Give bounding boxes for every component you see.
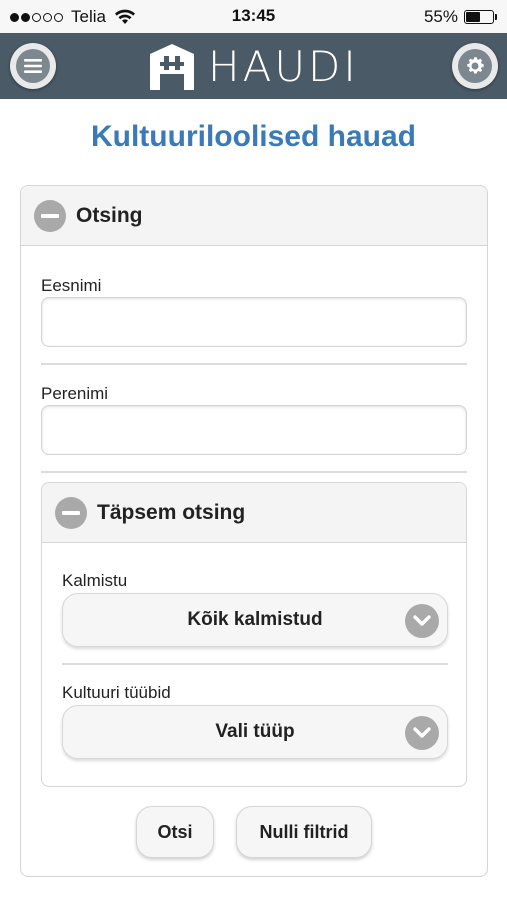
last-name-input[interactable] (41, 405, 467, 455)
battery-icon (464, 10, 494, 24)
chevron-down-icon (405, 604, 439, 638)
status-bar: Telia 13:45 55% (0, 0, 507, 33)
first-name-input[interactable] (41, 297, 467, 347)
cemetery-select[interactable]: Kõik kalmistud (62, 593, 448, 647)
last-name-label: Perenimi (41, 384, 109, 403)
advanced-search-header[interactable]: Täpsem otsing (42, 483, 466, 543)
collapse-icon (34, 199, 66, 232)
culture-type-selected-value: Vali tüüp (215, 721, 295, 742)
battery-tip (495, 14, 497, 20)
app-header: HAUDI (0, 33, 507, 99)
reset-filters-button[interactable]: Nulli filtrid (236, 806, 372, 858)
divider (41, 471, 467, 473)
advanced-search-title: Täpsem otsing (97, 500, 246, 524)
culture-type-select[interactable]: Vali tüüp (62, 705, 448, 759)
battery-fill (466, 12, 481, 22)
divider (62, 663, 448, 665)
logo-mark-icon (150, 44, 194, 90)
search-button[interactable]: Otsi (136, 806, 214, 858)
cemetery-label: Kalmistu (62, 571, 128, 590)
first-name-label: Eesnimi (41, 276, 102, 295)
collapse-icon (55, 496, 87, 529)
status-right: 55% (424, 7, 497, 27)
search-panel: Otsing Eesnimi Perenimi Täpsem otsing Ka… (20, 185, 488, 877)
search-panel-title: Otsing (76, 203, 143, 227)
settings-button[interactable] (452, 43, 498, 89)
search-panel-header[interactable]: Otsing (21, 186, 487, 246)
logo-text: HAUDI (208, 41, 359, 91)
gear-icon (467, 57, 484, 74)
battery-percent: 55% (423, 7, 458, 26)
chevron-down-icon (405, 716, 439, 750)
culture-type-label: Kultuuri tüübid (62, 683, 171, 702)
page-title: Kultuuriloolised hauad (90, 120, 416, 153)
cemetery-selected-value: Kõik kalmistud (187, 609, 323, 630)
menu-button[interactable] (10, 43, 56, 89)
advanced-search-panel: Täpsem otsing Kalmistu Kõik kalmistud Ku… (41, 482, 467, 787)
divider (41, 363, 467, 365)
menu-icon (24, 59, 42, 73)
haudi-logo[interactable]: HAUDI (146, 39, 359, 93)
